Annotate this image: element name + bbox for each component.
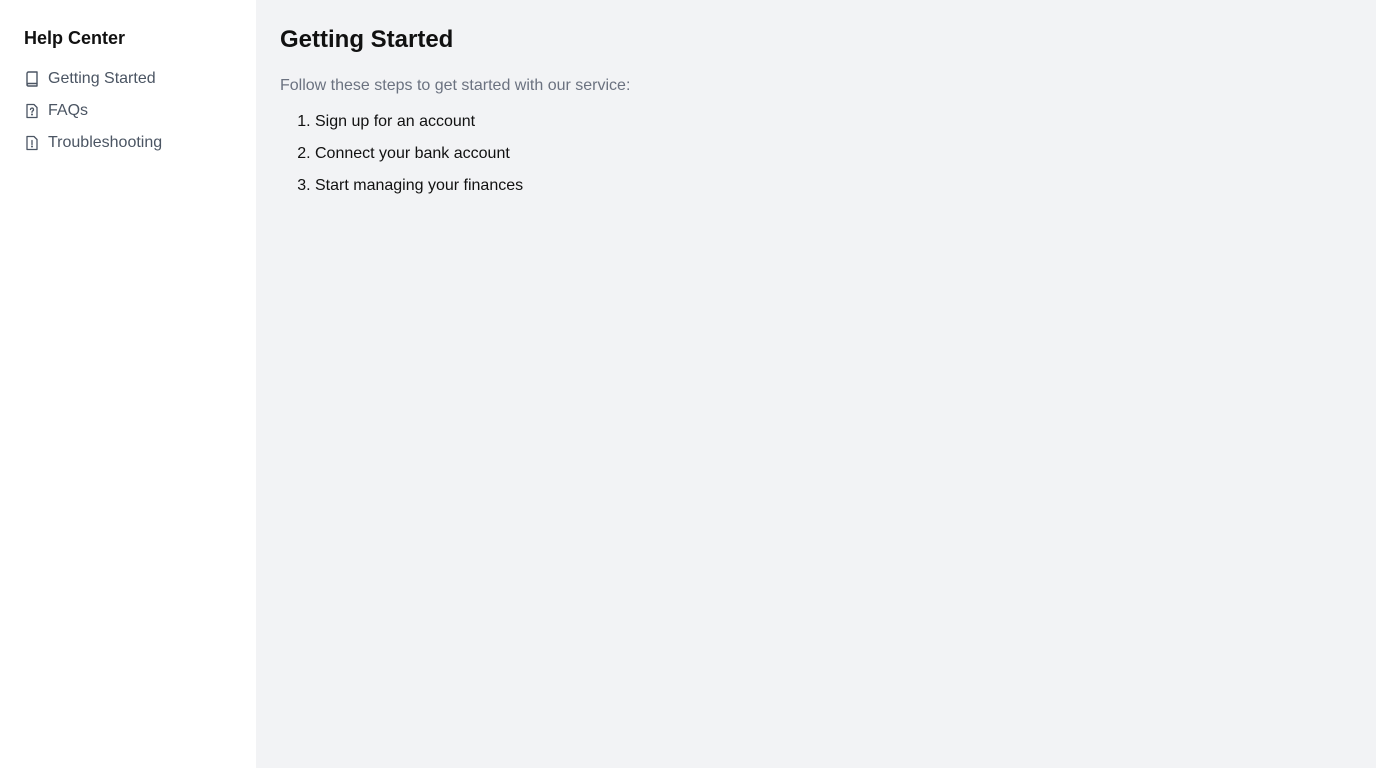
book-icon xyxy=(24,71,40,87)
sidebar-item-label: Getting Started xyxy=(48,70,156,87)
file-question-icon xyxy=(24,103,40,119)
list-item: Start managing your finances xyxy=(315,174,1352,198)
steps-list: Sign up for an account Connect your bank… xyxy=(280,110,1352,198)
sidebar-item-label: FAQs xyxy=(48,102,89,119)
intro-text: Follow these steps to get started with o… xyxy=(280,77,631,94)
sidebar-item-label: Troubleshooting xyxy=(48,134,163,151)
list-item: Sign up for an account xyxy=(315,110,1352,134)
app-root: Help Center Getting Started FAQs Trouble… xyxy=(0,0,1376,768)
sidebar-item-getting-started[interactable]: Getting Started xyxy=(24,63,232,95)
sidebar-item-faqs[interactable]: FAQs xyxy=(24,95,232,127)
sidebar-title: Help Center xyxy=(24,28,126,48)
file-alert-icon xyxy=(24,135,40,151)
sidebar-nav: Getting Started FAQs Troubleshooting xyxy=(24,63,232,159)
sidebar-item-troubleshooting[interactable]: Troubleshooting xyxy=(24,127,232,159)
sidebar: Help Center Getting Started FAQs Trouble… xyxy=(0,0,256,768)
page-title: Getting Started xyxy=(280,26,454,53)
list-item: Connect your bank account xyxy=(315,142,1352,166)
main-content: Getting Started Follow these steps to ge… xyxy=(256,0,1376,768)
